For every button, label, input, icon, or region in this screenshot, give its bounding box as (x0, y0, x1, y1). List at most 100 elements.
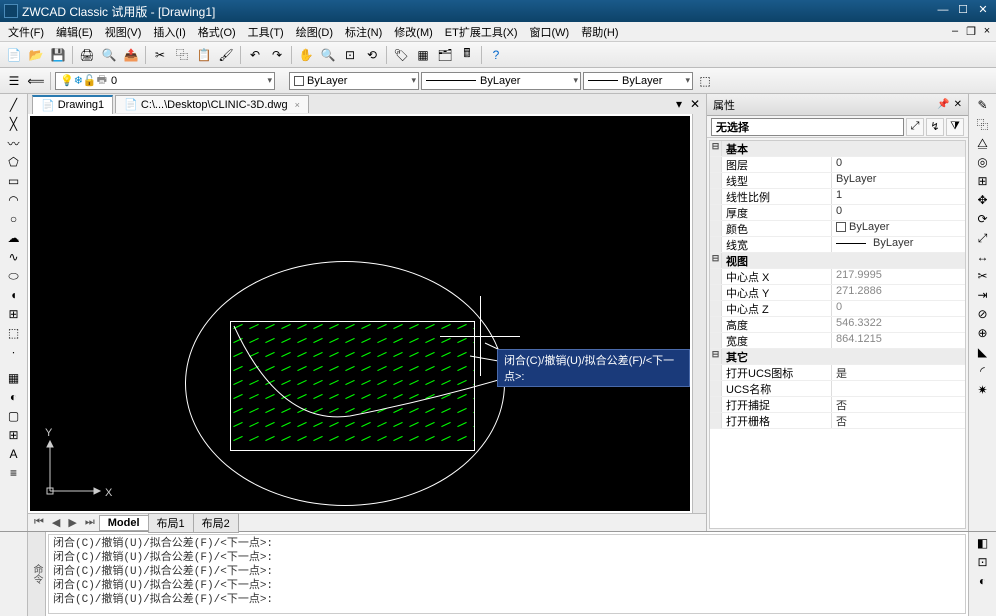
plot-preview-button[interactable]: 🔍 (99, 45, 119, 65)
property-row[interactable]: 厚度0 (710, 205, 965, 221)
zoom-window-button[interactable]: ⊡ (340, 45, 360, 65)
property-row[interactable]: 图层0 (710, 157, 965, 173)
collapse-icon[interactable]: ⊟ (710, 253, 722, 268)
join-button[interactable]: ⊕ (973, 324, 993, 342)
property-category[interactable]: ⊟基本 (710, 141, 965, 157)
region-button[interactable]: ▢ (4, 407, 24, 425)
layout-tab[interactable]: 布局1 (148, 513, 194, 533)
tab-close-icon[interactable]: × (295, 100, 300, 110)
array-button[interactable]: ⊞ (973, 172, 993, 190)
property-row[interactable]: 中心点 Y271.2886 (710, 285, 965, 301)
copy-obj-button[interactable]: ⿻ (973, 115, 993, 133)
property-row[interactable]: 颜色ByLayer (710, 221, 965, 237)
property-row[interactable]: 线宽 ByLayer (710, 237, 965, 253)
arc-button[interactable]: ◠ (4, 191, 24, 209)
copy-button[interactable]: ⿻ (172, 45, 192, 65)
rotate-button[interactable]: ⟳ (973, 210, 993, 228)
menu-item[interactable]: 格式(O) (192, 22, 242, 42)
rectangle-button[interactable]: ▭ (4, 172, 24, 190)
property-row[interactable]: 线型ByLayer (710, 173, 965, 189)
misc-tool-3-button[interactable]: ◐ (973, 572, 993, 590)
line-button[interactable]: ╱ (4, 96, 24, 114)
chamfer-button[interactable]: ◣ (973, 343, 993, 361)
revcloud-button[interactable]: ☁ (4, 229, 24, 247)
menu-item[interactable]: 修改(M) (388, 22, 439, 42)
menu-item[interactable]: 标注(N) (339, 22, 388, 42)
extend-button[interactable]: ⇥ (973, 286, 993, 304)
paste-button[interactable]: 📋 (194, 45, 214, 65)
layout-tab[interactable]: Model (99, 515, 149, 531)
command-history[interactable]: 闭合(C)/撤销(U)/拟合公差(F)/<下一点>:闭合(C)/撤销(U)/拟合… (48, 534, 966, 614)
erase-button[interactable]: ✎ (973, 96, 993, 114)
scale-button[interactable]: ⤢ (973, 229, 993, 247)
publish-button[interactable]: 📤 (121, 45, 141, 65)
zoom-prev-button[interactable]: ⟲ (362, 45, 382, 65)
move-button[interactable]: ✥ (973, 191, 993, 209)
mline-button[interactable]: ≡ (4, 464, 24, 482)
hatch-button[interactable]: ▦ (4, 369, 24, 387)
design-center-button[interactable]: ▦ (413, 45, 433, 65)
canvas-vscrollbar[interactable] (692, 114, 706, 513)
cut-button[interactable]: ✂ (150, 45, 170, 65)
pan-button[interactable]: ✋ (296, 45, 316, 65)
tool-palettes-button[interactable]: 🗂 (435, 45, 455, 65)
minimize-button[interactable]: — (934, 4, 952, 18)
offset-button[interactable]: ◎ (973, 153, 993, 171)
mdi-close-button[interactable]: × (980, 25, 994, 39)
model-canvas[interactable]: 闭合(C)/撤销(U)/拟合公差(F)/<下一点>: X Y (30, 116, 690, 511)
menu-item[interactable]: 工具(T) (242, 22, 290, 42)
maximize-button[interactable]: ☐ (954, 4, 972, 18)
ellipse-button[interactable]: ⬭ (4, 267, 24, 285)
property-row[interactable]: 高度546.3322 (710, 317, 965, 333)
layout-first-button[interactable]: ⏮ (30, 516, 48, 529)
linetype-combo[interactable]: ByLayer (421, 72, 581, 90)
filter-button[interactable]: ⧩ (946, 118, 964, 136)
mdi-minimize-button[interactable]: – (948, 25, 962, 39)
trim-button[interactable]: ✂ (973, 267, 993, 285)
gradient-button[interactable]: ◐ (4, 388, 24, 406)
palette-pin-icon[interactable]: 📌 (937, 99, 949, 110)
menu-item[interactable]: 窗口(W) (524, 22, 576, 42)
mirror-button[interactable]: ⧋ (973, 134, 993, 152)
menu-item[interactable]: 编辑(E) (50, 22, 99, 42)
make-block-button[interactable]: ⬚ (4, 324, 24, 342)
select-objects-button[interactable]: ⤢ (906, 118, 924, 136)
polygon-button[interactable]: ⬠ (4, 153, 24, 171)
property-row[interactable]: 宽度864.1215 (710, 333, 965, 349)
calc-button[interactable]: 🖩 (457, 45, 477, 65)
lineweight-combo[interactable]: ByLayer (583, 72, 693, 90)
selection-combo[interactable]: 无选择 (711, 118, 904, 136)
properties-button[interactable]: 🏷 (391, 45, 411, 65)
save-button[interactable]: 💾 (48, 45, 68, 65)
menu-item[interactable]: 文件(F) (2, 22, 50, 42)
menu-item[interactable]: 插入(I) (147, 22, 191, 42)
menu-item[interactable]: ET扩展工具(X) (439, 22, 524, 42)
properties-titlebar[interactable]: 属性 📌 ✕ (707, 94, 968, 116)
match-props-button[interactable]: 🖌 (216, 45, 236, 65)
bylayer-button[interactable]: ⬚ (695, 71, 715, 91)
document-tab[interactable]: 📄Drawing1 (32, 95, 113, 114)
property-category[interactable]: ⊟其它 (710, 349, 965, 365)
pline-button[interactable]: 〰 (4, 134, 24, 152)
layout-prev-button[interactable]: ◀ (48, 516, 64, 529)
insert-block-button[interactable]: ⊞ (4, 305, 24, 323)
menu-item[interactable]: 帮助(H) (575, 22, 624, 42)
color-combo[interactable]: ByLayer (289, 72, 419, 90)
zoom-rt-button[interactable]: 🔍 (318, 45, 338, 65)
property-row[interactable]: 打开栅格否 (710, 413, 965, 429)
explode-button[interactable]: ✷ (973, 381, 993, 399)
misc-tool-1-button[interactable]: ◧ (973, 534, 993, 552)
print-button[interactable]: 🖨 (77, 45, 97, 65)
layer-manager-button[interactable]: ☰ (4, 71, 24, 91)
undo-button[interactable]: ↶ (245, 45, 265, 65)
collapse-icon[interactable]: ⊟ (710, 141, 722, 156)
palette-close-icon[interactable]: ✕ (954, 99, 962, 110)
mtext-button[interactable]: A (4, 445, 24, 463)
layer-combo[interactable]: 💡❄🔓🖶 0 (55, 72, 275, 90)
help-button[interactable]: ? (486, 45, 506, 65)
xline-button[interactable]: ╳ (4, 115, 24, 133)
layer-prev-button[interactable]: ⟸ (26, 71, 46, 91)
layout-tab[interactable]: 布局2 (193, 513, 239, 533)
property-row[interactable]: 中心点 Z0 (710, 301, 965, 317)
redo-button[interactable]: ↷ (267, 45, 287, 65)
